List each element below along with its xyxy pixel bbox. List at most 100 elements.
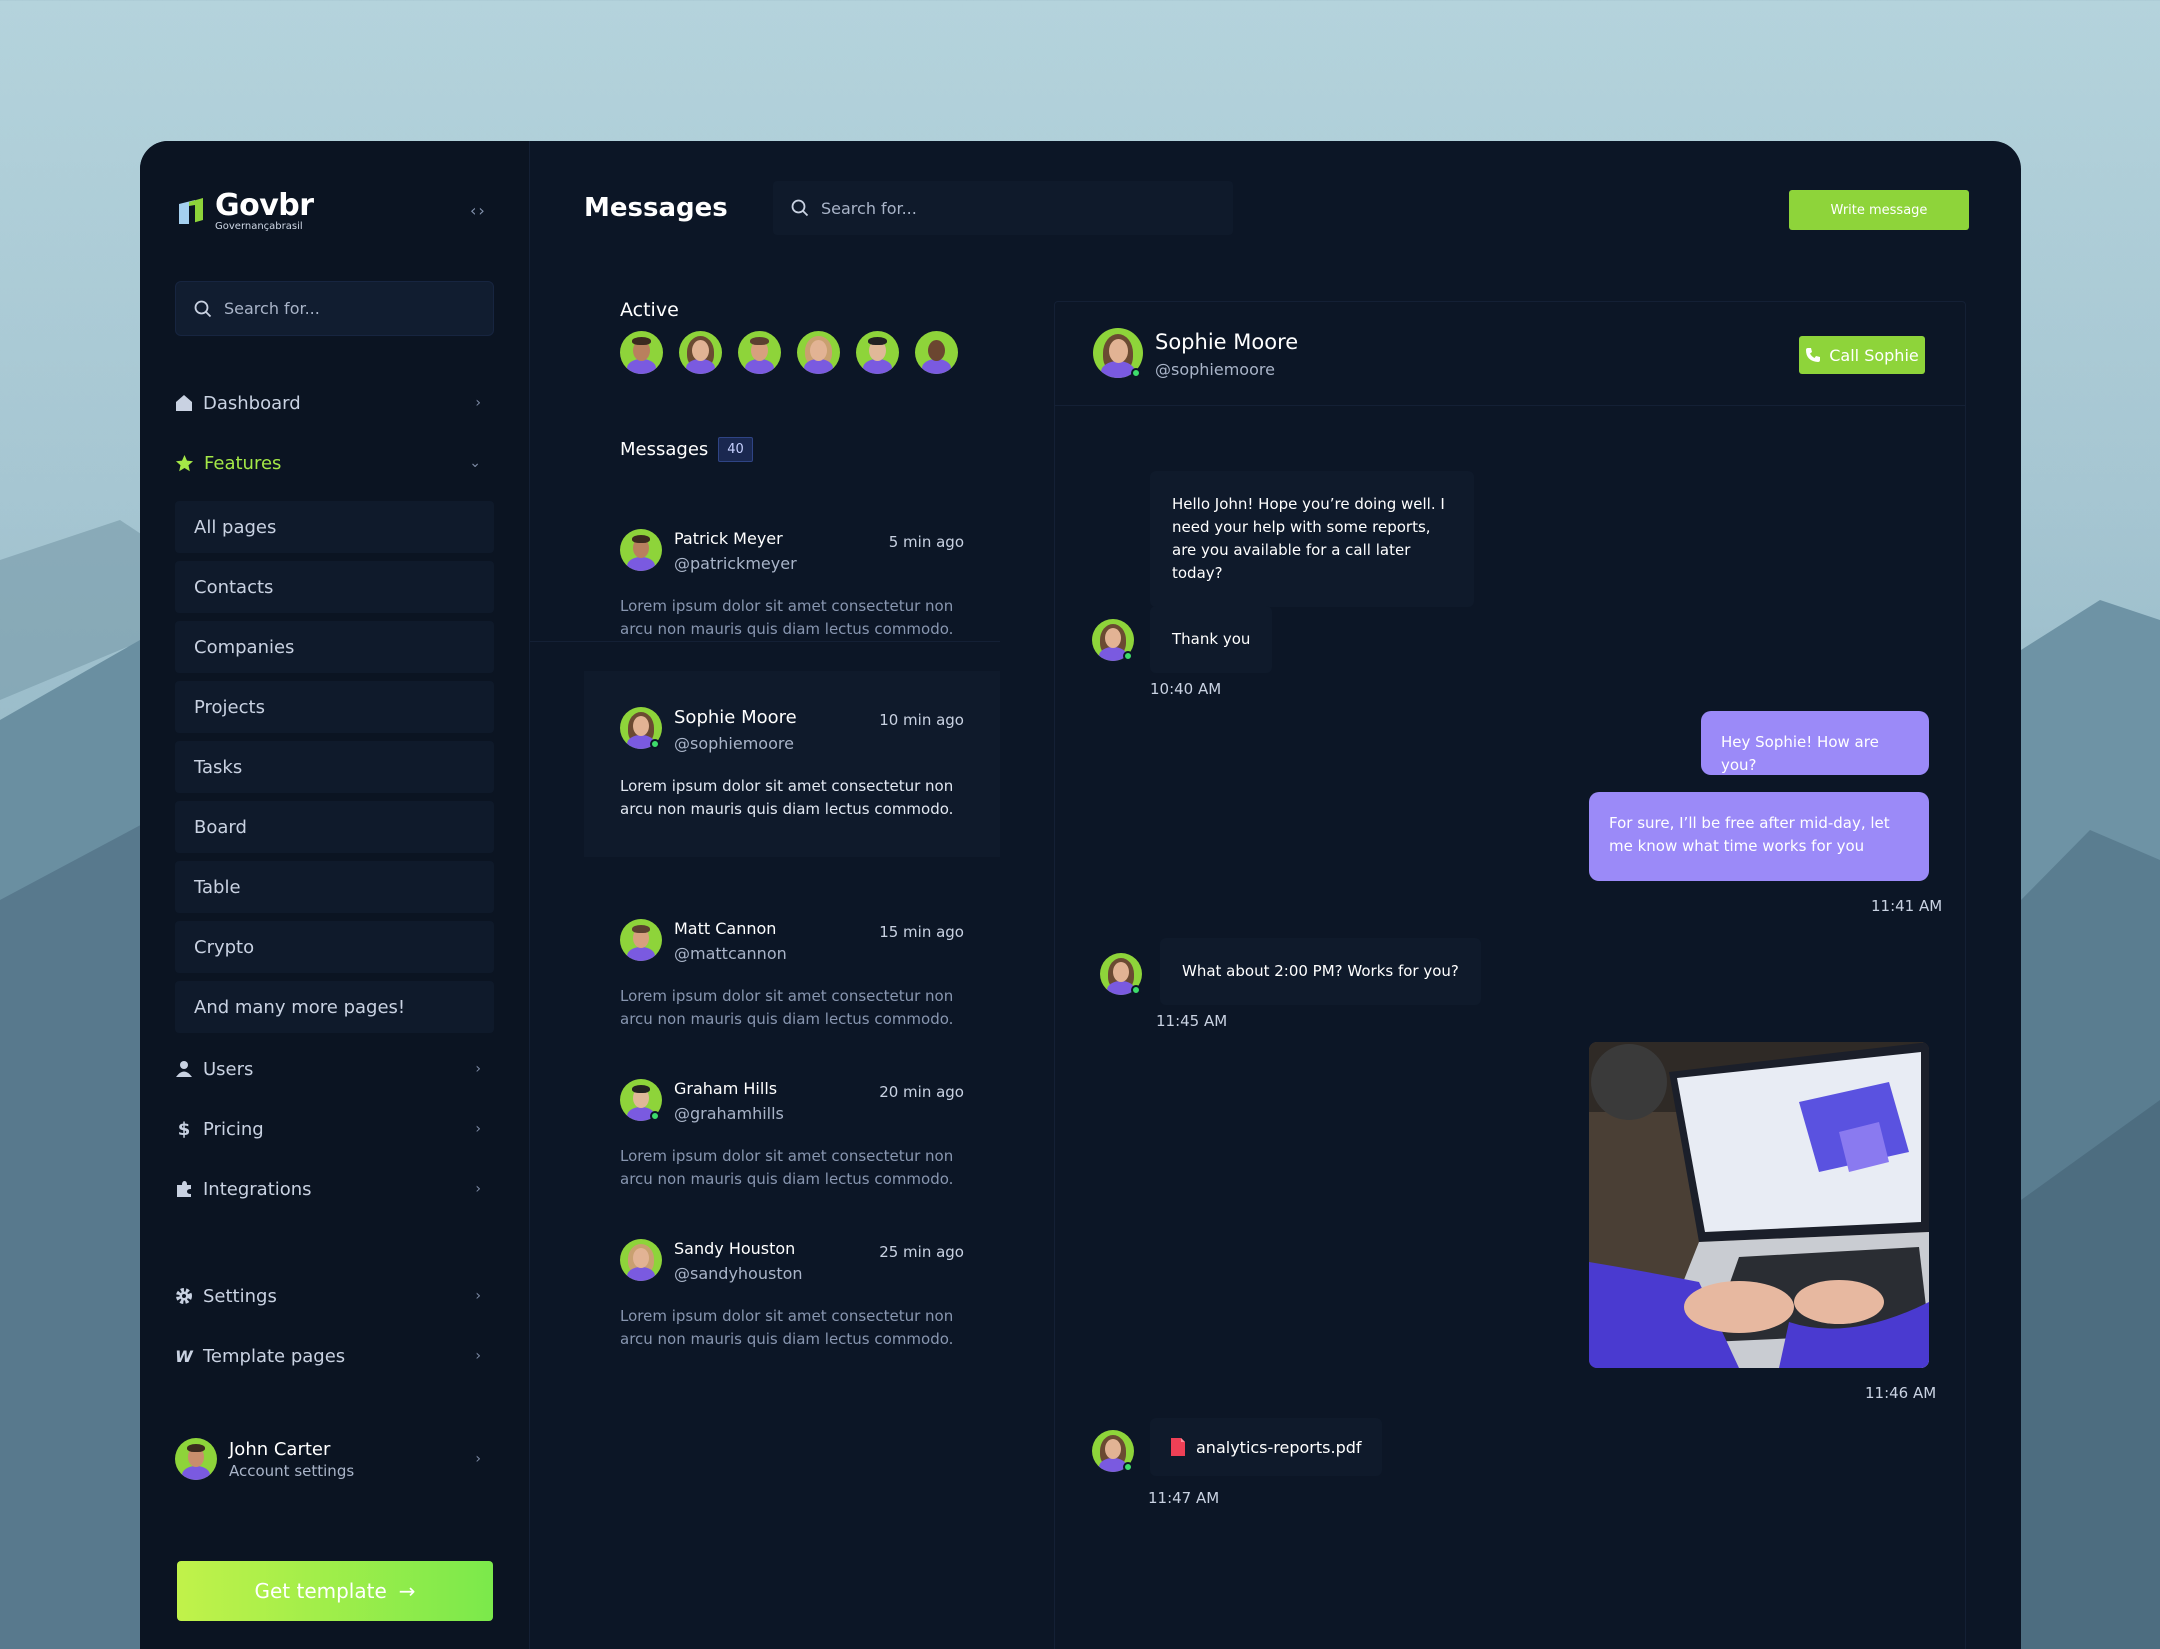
sidebar-search-placeholder: Search for... — [224, 299, 320, 318]
sidebar: Govbr Governançabrasil ‹› Search for... … — [140, 141, 530, 1649]
conversation-preview: Lorem ipsum dolor sit amet consectetur n… — [620, 1307, 954, 1348]
header-search-placeholder: Search for... — [821, 198, 917, 218]
sidebar-search-input[interactable]: Search for... — [175, 281, 494, 336]
chat-header: Sophie Moore @sophiemoore Call Sophie — [1055, 302, 1965, 406]
home-icon — [176, 395, 192, 411]
active-user-avatar[interactable] — [915, 331, 958, 374]
sub-item-table[interactable]: Table — [175, 861, 494, 913]
chevron-right-icon: › — [475, 1181, 481, 1197]
logo-mark-icon — [179, 197, 203, 224]
search-icon — [194, 300, 212, 317]
chevron-right-icon: › — [475, 1121, 481, 1137]
conversation-time: 5 min ago — [888, 533, 964, 551]
app-window: Govbr Governançabrasil ‹› Search for... … — [140, 141, 2021, 1649]
conversation-item[interactable]: Graham Hills @grahamhills 20 min ago Lor… — [584, 1043, 1000, 1227]
conversation-item-selected[interactable]: Sophie Moore @sophiemoore 10 min ago Lor… — [584, 671, 1000, 857]
avatar — [175, 1438, 217, 1480]
conversation-handle: @sophiemoore — [674, 734, 794, 753]
get-template-button[interactable]: Get template → — [177, 1561, 493, 1621]
sub-item-all-pages[interactable]: All pages — [175, 501, 494, 553]
online-indicator — [650, 739, 660, 749]
message-bubble-incoming: Hello John! Hope you’re doing well. I ne… — [1150, 471, 1474, 607]
file-attachment[interactable]: analytics-reports.pdf — [1150, 1418, 1382, 1476]
online-indicator — [650, 1111, 660, 1121]
chat-contact-handle: @sophiemoore — [1155, 360, 1275, 379]
message-bubble-outgoing: For sure, I’ll be free after mid-day, le… — [1589, 792, 1929, 881]
online-indicator — [1131, 368, 1141, 378]
messages-label: Messages — [620, 439, 709, 460]
conversation-time: 10 min ago — [879, 711, 964, 729]
account-settings[interactable]: John Carter Account settings › — [175, 1434, 495, 1484]
avatar — [620, 919, 662, 961]
sidebar-item-settings[interactable]: Settings › — [175, 1279, 495, 1313]
conversation-handle: @grahamhills — [674, 1104, 784, 1123]
sub-item-contacts[interactable]: Contacts — [175, 561, 494, 613]
brand-tagline: Governançabrasil — [215, 221, 303, 232]
sub-item-crypto[interactable]: Crypto — [175, 921, 494, 973]
active-user-avatar[interactable] — [797, 331, 840, 374]
conversation-item[interactable]: Matt Cannon @mattcannon 15 min ago Lorem… — [584, 883, 1000, 1067]
shared-image-laptop-photo[interactable] — [1589, 1042, 1929, 1368]
write-message-button[interactable]: Write message — [1789, 190, 1969, 230]
conversation-name: Sandy Houston — [674, 1239, 796, 1258]
sub-item-more-pages[interactable]: And many more pages! — [175, 981, 494, 1033]
active-user-avatar[interactable] — [679, 331, 722, 374]
puzzle-icon — [177, 1181, 191, 1197]
search-icon — [791, 199, 809, 217]
brand-logo[interactable]: Govbr Governançabrasil — [175, 191, 314, 232]
sidebar-item-integrations[interactable]: Integrations › — [175, 1172, 495, 1206]
message-time: 10:40 AM — [1150, 680, 1222, 698]
gear-icon — [176, 1288, 192, 1304]
conversation-name: Sophie Moore — [674, 707, 797, 728]
chevron-down-icon: ⌄ — [469, 455, 481, 471]
sidebar-item-template-pages[interactable]: W Template pages › — [175, 1339, 495, 1373]
active-user-avatar[interactable] — [620, 331, 663, 374]
page-title: Messages — [584, 193, 728, 223]
message-time: 11:47 AM — [1148, 1489, 1220, 1507]
message-bubble-outgoing: Hey Sophie! How are you? — [1701, 711, 1929, 775]
chevron-right-icon: › — [475, 1451, 481, 1467]
active-user-avatar[interactable] — [856, 331, 899, 374]
conversation-time: 15 min ago — [879, 923, 964, 941]
collapse-sidebar-icon[interactable]: ‹› — [470, 201, 487, 220]
chevron-right-icon: › — [475, 1061, 481, 1077]
sub-item-companies[interactable]: Companies — [175, 621, 494, 673]
avatar — [620, 529, 662, 571]
sidebar-item-label: Features — [204, 452, 282, 474]
conversation-name: Graham Hills — [674, 1079, 778, 1098]
call-button[interactable]: Call Sophie — [1799, 336, 1925, 374]
sidebar-item-label: Template pages — [203, 1345, 346, 1367]
sidebar-item-label: Pricing — [203, 1118, 264, 1140]
message-time: 11:45 AM — [1156, 1012, 1228, 1030]
sidebar-item-dashboard[interactable]: Dashboard › — [175, 386, 495, 420]
sub-item-projects[interactable]: Projects — [175, 681, 494, 733]
conversation-handle: @sandyhouston — [674, 1264, 803, 1283]
active-user-avatar[interactable] — [738, 331, 781, 374]
chevron-right-icon: › — [475, 395, 481, 411]
messages-count-badge: 40 — [718, 437, 753, 462]
sub-item-board[interactable]: Board — [175, 801, 494, 853]
sub-item-tasks[interactable]: Tasks — [175, 741, 494, 793]
chat-contact-name: Sophie Moore — [1155, 330, 1299, 354]
user-subtitle: Account settings — [229, 1461, 355, 1480]
conversation-item[interactable]: Patrick Meyer @patrickmeyer 5 min ago Lo… — [584, 493, 1000, 677]
message-time: 11:46 AM — [1865, 1384, 1937, 1402]
conversation-preview: Lorem ipsum dolor sit amet consectetur n… — [620, 987, 954, 1028]
online-indicator — [1123, 651, 1133, 661]
user-icon — [176, 1061, 192, 1077]
conversation-handle: @patrickmeyer — [674, 554, 797, 573]
star-icon — [175, 454, 194, 471]
sidebar-item-users[interactable]: Users › — [175, 1052, 495, 1086]
sidebar-item-pricing[interactable]: $ Pricing › — [175, 1112, 495, 1146]
messages-header: Messages 40 — [620, 437, 753, 462]
conversation-name: Matt Cannon — [674, 919, 777, 938]
sidebar-item-label: Users — [203, 1058, 254, 1080]
conversation-name: Patrick Meyer — [674, 529, 783, 548]
sidebar-item-features[interactable]: Features ⌄ — [175, 446, 495, 480]
conversation-item[interactable]: Sandy Houston @sandyhouston 25 min ago L… — [584, 1203, 1000, 1387]
header-search-input[interactable]: Search for... — [773, 181, 1233, 235]
online-indicator — [1123, 1462, 1133, 1472]
divider — [530, 641, 1000, 642]
sidebar-item-label: Integrations — [203, 1178, 312, 1200]
message-time: 11:41 AM — [1871, 897, 1943, 915]
